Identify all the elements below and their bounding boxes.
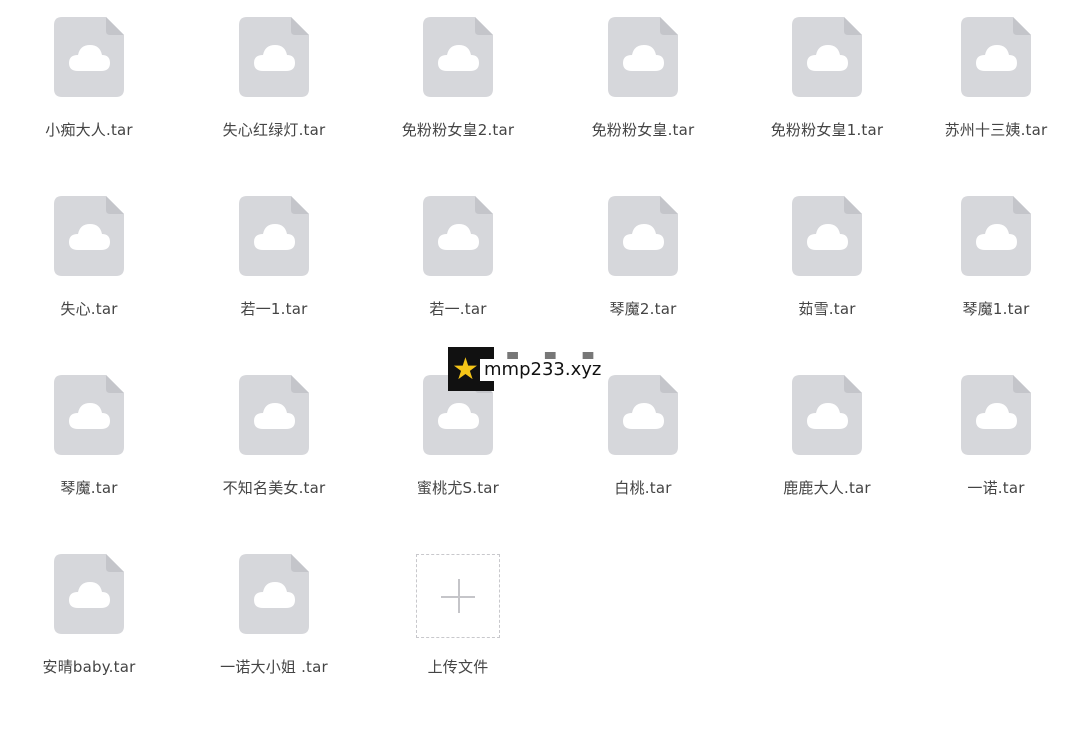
file-name: 安晴baby.tar xyxy=(42,658,136,676)
file-item[interactable]: 免粉粉女皇1.tar xyxy=(747,17,907,140)
cloud-file-icon xyxy=(54,17,124,97)
file-name: 若一1.tar xyxy=(240,300,308,318)
file-item[interactable]: 蜜桃尤S.tar xyxy=(378,375,538,498)
file-name: 琴魔2.tar xyxy=(609,300,677,318)
file-name: 蜜桃尤S.tar xyxy=(416,479,500,497)
file-grid: 小痴大人.tar 失心红绿灯.tar 免粉粉女皇2.tar 免粉粉女皇.tar … xyxy=(0,0,1080,735)
cloud-file-icon xyxy=(54,196,124,276)
watermark: ★ ■ ■ ■ mmp233.xyz xyxy=(446,345,636,393)
cloud-file-icon xyxy=(792,17,862,97)
file-name: 免粉粉女皇.tar xyxy=(591,121,695,139)
file-item[interactable]: 一诺大小姐 .tar xyxy=(194,554,354,677)
file-item[interactable]: 琴魔2.tar xyxy=(563,196,723,319)
cloud-file-icon xyxy=(961,196,1031,276)
file-name: 琴魔1.tar xyxy=(962,300,1030,318)
cloud-file-icon xyxy=(423,196,493,276)
file-item[interactable]: 若一.tar xyxy=(378,196,538,319)
file-item[interactable]: 失心.tar xyxy=(9,196,169,319)
file-name: 失心红绿灯.tar xyxy=(222,121,326,139)
file-item[interactable]: 白桃.tar xyxy=(563,375,723,498)
file-item[interactable]: 一诺.tar xyxy=(916,375,1076,498)
file-item[interactable]: 失心红绿灯.tar xyxy=(194,17,354,140)
upload-drop-box[interactable] xyxy=(416,554,500,638)
file-name: 免粉粉女皇2.tar xyxy=(401,121,515,139)
file-item[interactable]: 小痴大人.tar xyxy=(9,17,169,140)
file-name: 苏州十三姨.tar xyxy=(944,121,1048,139)
cloud-file-icon xyxy=(54,554,124,634)
file-item[interactable]: 免粉粉女皇.tar xyxy=(563,17,723,140)
cloud-file-icon xyxy=(961,17,1031,97)
file-name: 小痴大人.tar xyxy=(45,121,133,139)
cloud-file-icon xyxy=(239,17,309,97)
cloud-file-icon xyxy=(239,554,309,634)
upload-file-button[interactable]: 上传文件 xyxy=(378,554,538,677)
file-name: 失心.tar xyxy=(60,300,118,318)
file-name: 免粉粉女皇1.tar xyxy=(770,121,884,139)
cloud-file-icon xyxy=(239,196,309,276)
file-item[interactable]: 不知名美女.tar xyxy=(194,375,354,498)
file-name: 若一.tar xyxy=(429,300,487,318)
cloud-file-icon xyxy=(423,17,493,97)
file-item[interactable]: 苏州十三姨.tar xyxy=(912,17,1080,140)
cloud-file-icon xyxy=(608,196,678,276)
file-item[interactable]: 琴魔.tar xyxy=(9,375,169,498)
file-name: 白桃.tar xyxy=(614,479,672,497)
file-name: 鹿鹿大人.tar xyxy=(783,479,871,497)
cloud-file-icon xyxy=(239,375,309,455)
cloud-file-icon xyxy=(54,375,124,455)
file-name: 一诺大小姐 .tar xyxy=(220,658,328,676)
cloud-file-icon xyxy=(608,17,678,97)
file-name: 一诺.tar xyxy=(967,479,1025,497)
file-name: 不知名美女.tar xyxy=(222,479,326,497)
upload-label: 上传文件 xyxy=(427,658,489,676)
cloud-file-icon xyxy=(961,375,1031,455)
cloud-file-icon xyxy=(792,375,862,455)
watermark-text: mmp233.xyz xyxy=(480,359,606,381)
file-item[interactable]: 鹿鹿大人.tar xyxy=(747,375,907,498)
file-item[interactable]: 茹雪.tar xyxy=(747,196,907,319)
file-item[interactable]: 免粉粉女皇2.tar xyxy=(378,17,538,140)
file-name: 茹雪.tar xyxy=(798,300,856,318)
file-name: 琴魔.tar xyxy=(60,479,118,497)
star-icon: ★ xyxy=(452,352,479,387)
cloud-file-icon xyxy=(792,196,862,276)
file-item[interactable]: 安晴baby.tar xyxy=(9,554,169,677)
file-item[interactable]: 琴魔1.tar xyxy=(916,196,1076,319)
file-item[interactable]: 若一1.tar xyxy=(194,196,354,319)
